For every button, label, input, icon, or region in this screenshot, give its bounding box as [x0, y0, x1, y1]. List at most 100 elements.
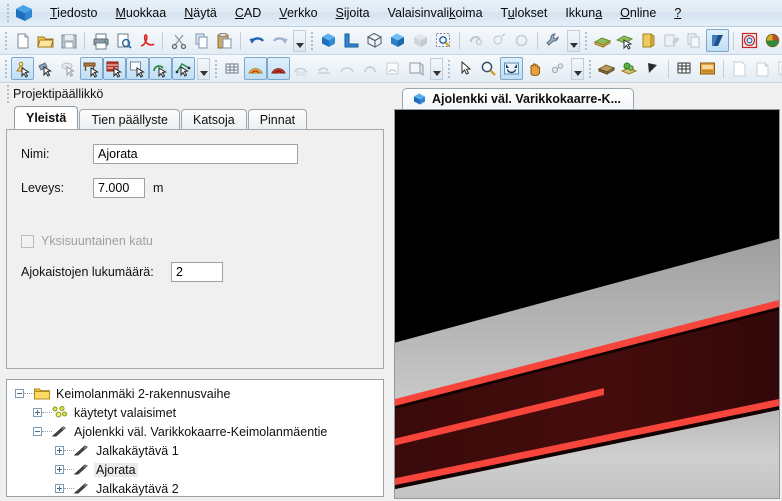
dxf-snap-icon[interactable]: DXF	[290, 57, 313, 80]
select-lamp-icon[interactable]	[11, 57, 34, 80]
export-pdf-icon[interactable]	[135, 29, 158, 52]
tree-expander-plus-icon[interactable]	[55, 446, 64, 455]
select-polyline-icon[interactable]	[172, 57, 195, 80]
page-stack-icon[interactable]	[774, 57, 782, 80]
settings-wrench-icon[interactable]	[542, 29, 565, 52]
menu-item-valaisinvalikoima[interactable]: Valaisinvalikoima	[379, 3, 492, 23]
menu-item-verkko[interactable]: Verkko	[270, 3, 326, 23]
snap-red-icon[interactable]	[267, 57, 290, 80]
select-arc-icon[interactable]	[149, 57, 172, 80]
view-iso-icon[interactable]	[386, 29, 409, 52]
toolbar-overflow-button-1[interactable]	[293, 29, 306, 52]
tab-pinnat[interactable]: Pinnat	[247, 109, 308, 129]
pointer-arrow-icon[interactable]	[454, 57, 477, 80]
oneway-checkbox-row[interactable]: Yksisuuntainen katu	[21, 234, 383, 248]
globe-color-icon[interactable]	[761, 29, 782, 52]
view-plan-icon[interactable]	[340, 29, 363, 52]
toolbar-overflow-button-4[interactable]	[430, 57, 443, 80]
toolbar-grip-2b[interactable]	[212, 59, 219, 78]
tree-node[interactable]: Ajorata	[11, 460, 383, 479]
tree-node[interactable]: Jalkakäytävä 1	[11, 441, 383, 460]
field-copy-icon[interactable]	[683, 29, 706, 52]
tab-tien-paallyste[interactable]: Tien päällyste	[79, 109, 180, 129]
plant-icon[interactable]	[618, 57, 641, 80]
select-lightbeam-icon[interactable]	[34, 57, 57, 80]
copy-icon[interactable]	[190, 29, 213, 52]
tab-yleista[interactable]: Yleistä	[14, 106, 79, 129]
name-input[interactable]	[93, 144, 298, 164]
print-icon[interactable]	[89, 29, 112, 52]
open-folder-icon[interactable]	[34, 29, 57, 52]
undo-arrow-icon[interactable]	[245, 29, 268, 52]
select-rect-icon[interactable]	[126, 57, 149, 80]
grid-magnet-icon[interactable]	[221, 57, 244, 80]
tree-node[interactable]: Jalkakäytävä 2	[11, 479, 383, 496]
menu-item-nayta[interactable]: Näytä	[175, 3, 226, 23]
snap-end-icon[interactable]	[336, 57, 359, 80]
tree-node[interactable]: käytetyt valaisimet	[11, 403, 383, 422]
tree-expander-minus-icon[interactable]	[33, 427, 42, 436]
surface-blue-icon[interactable]	[706, 29, 729, 52]
menu-item-online[interactable]: Online	[611, 3, 665, 23]
page-blank-icon[interactable]	[728, 57, 751, 80]
snap-mid-icon[interactable]	[359, 57, 382, 80]
page-fold-icon[interactable]	[751, 57, 774, 80]
menu-item-tiedosto[interactable]: TTiedostoiedosto	[41, 3, 106, 23]
toolbar-grip-1a[interactable]	[2, 31, 9, 50]
toolbar-overflow-button-3[interactable]	[197, 57, 210, 80]
redo-arrow-icon[interactable]	[268, 29, 291, 52]
tree-expander-minus-icon[interactable]	[15, 389, 24, 398]
menu-item-tulokset[interactable]: Tulokset	[492, 3, 557, 23]
menu-item-help[interactable]: ?	[665, 3, 690, 23]
menu-item-cad[interactable]: CAD	[226, 3, 270, 23]
menu-item-ikkuna[interactable]: Ikkuna	[556, 3, 611, 23]
zoom-magnifier-icon[interactable]	[477, 57, 500, 80]
lanes-input[interactable]	[171, 262, 223, 282]
street-green-icon[interactable]	[591, 29, 614, 52]
wall-icon[interactable]	[637, 29, 660, 52]
view-wireframe-icon[interactable]	[363, 29, 386, 52]
select-shadow-icon[interactable]	[57, 57, 80, 80]
width-input[interactable]	[93, 178, 145, 198]
toolbar-grip-2c[interactable]	[445, 59, 452, 78]
cut-scissors-icon[interactable]	[167, 29, 190, 52]
snap-yellow-icon[interactable]	[244, 57, 267, 80]
select-table-icon[interactable]	[80, 57, 103, 80]
snap-perp-icon[interactable]	[405, 57, 428, 80]
toolbar-grip-1b[interactable]	[308, 31, 315, 50]
menu-grip[interactable]	[4, 4, 11, 22]
tree-expander-plus-icon[interactable]	[55, 465, 64, 474]
tree-node[interactable]: Ajolenkki väl. Varikkokaarre-Keimolanmäe…	[11, 422, 383, 441]
toolbar-grip-1c[interactable]	[582, 31, 589, 50]
snap-center-icon[interactable]	[382, 57, 405, 80]
print-preview-icon[interactable]	[112, 29, 135, 52]
terrain-icon[interactable]	[595, 57, 618, 80]
menu-item-sijoita[interactable]: Sijoita	[327, 3, 379, 23]
calc-grid-icon[interactable]	[673, 57, 696, 80]
flag-black-icon[interactable]	[641, 57, 664, 80]
3d-viewport[interactable]	[394, 109, 780, 499]
select-brick-icon[interactable]	[103, 57, 126, 80]
toolbar-grip-2a[interactable]	[2, 59, 9, 78]
document-tab-ajolenkki[interactable]: Ajolenkki väl. Varikkokaarre-K...	[402, 88, 634, 109]
menu-item-muokkaa[interactable]: Muokkaa	[106, 3, 175, 23]
light-circle-icon[interactable]	[510, 29, 533, 52]
oneway-checkbox[interactable]	[21, 234, 34, 248]
tree-expander-plus-icon[interactable]	[55, 484, 64, 493]
paste-icon[interactable]	[213, 29, 236, 52]
zoom-window-icon[interactable]	[432, 29, 455, 52]
toolbar-overflow-button-5[interactable]	[571, 57, 584, 80]
new-file-icon[interactable]	[11, 29, 34, 52]
image-texture-icon[interactable]	[696, 57, 719, 80]
tree-node[interactable]: Keimolanmäki 2-rakennusvaihe	[11, 384, 383, 403]
pan-hand-icon[interactable]	[523, 57, 546, 80]
toolbar-overflow-button-2[interactable]	[567, 29, 580, 52]
view-shaded-icon[interactable]	[409, 29, 432, 52]
view-3d-solid-icon[interactable]	[317, 29, 340, 52]
zoom-extents-icon[interactable]	[500, 57, 523, 80]
light-beam-icon[interactable]	[487, 29, 510, 52]
tree-expander-plus-icon[interactable]	[33, 408, 42, 417]
field-edit-icon[interactable]	[660, 29, 683, 52]
light-off-icon[interactable]	[464, 29, 487, 52]
save-disk-icon[interactable]	[57, 29, 80, 52]
